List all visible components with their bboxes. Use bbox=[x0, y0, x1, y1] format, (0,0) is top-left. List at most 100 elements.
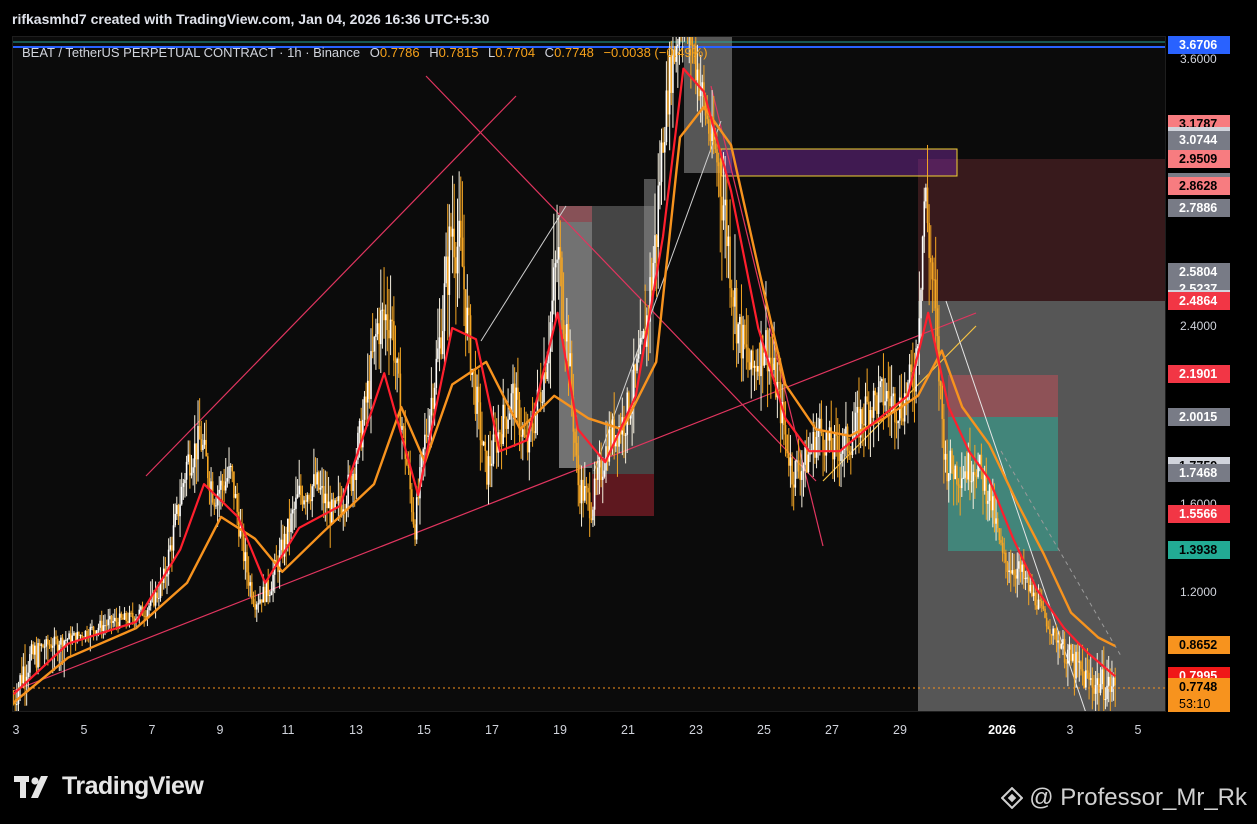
candle-body bbox=[960, 478, 963, 489]
candle-body bbox=[908, 364, 911, 383]
candle-body bbox=[193, 443, 196, 468]
time-tick: 23 bbox=[689, 723, 703, 737]
candle-body bbox=[717, 162, 720, 167]
price-tick: 1.2000 bbox=[1180, 585, 1217, 599]
candle-body bbox=[505, 418, 508, 429]
candle-body bbox=[198, 426, 201, 440]
candle-body bbox=[236, 493, 238, 512]
candle-body bbox=[179, 504, 181, 517]
candle-body bbox=[791, 457, 793, 485]
time-tick: 29 bbox=[893, 723, 907, 737]
price-label-badge: 2.7886 bbox=[1168, 199, 1230, 218]
candle-body bbox=[1081, 669, 1084, 672]
time-tick: 3 bbox=[1066, 723, 1074, 737]
candle-body bbox=[38, 642, 41, 646]
candle-body bbox=[335, 500, 338, 502]
candle-body bbox=[1067, 649, 1069, 664]
candle-body bbox=[504, 404, 506, 419]
candle-body bbox=[391, 319, 394, 322]
candle-body bbox=[610, 429, 612, 447]
candle-body bbox=[300, 485, 302, 495]
candle-body bbox=[585, 486, 588, 488]
candle-body bbox=[993, 496, 996, 524]
candle-body bbox=[425, 434, 428, 437]
price-chart[interactable] bbox=[13, 37, 1166, 712]
candle-body bbox=[415, 497, 418, 540]
candle-body bbox=[598, 460, 601, 468]
candle-body bbox=[461, 237, 464, 267]
candle-body bbox=[836, 435, 839, 450]
candle-body bbox=[254, 603, 256, 610]
candle-body bbox=[592, 509, 594, 521]
candle-body bbox=[794, 460, 797, 488]
candle-body bbox=[815, 436, 818, 458]
candle-body bbox=[371, 351, 374, 353]
candle-body bbox=[140, 606, 142, 610]
candle-body bbox=[303, 500, 305, 505]
candle-body bbox=[552, 267, 555, 301]
candle-body bbox=[190, 472, 193, 476]
candle-body bbox=[850, 453, 852, 455]
candle-body bbox=[112, 620, 114, 624]
candle-body bbox=[637, 354, 640, 359]
candle-body bbox=[115, 617, 118, 622]
candle-body bbox=[1060, 643, 1063, 649]
time-tick: 13 bbox=[349, 723, 363, 737]
candle-body bbox=[949, 450, 952, 474]
candle-body bbox=[926, 187, 929, 224]
candle-body bbox=[432, 397, 434, 409]
candle-body bbox=[892, 393, 895, 397]
candle-body bbox=[784, 425, 787, 435]
candle-body bbox=[125, 613, 128, 622]
time-tick: 17 bbox=[485, 723, 499, 737]
candle-body bbox=[662, 142, 664, 153]
ohlc-open-label: O bbox=[369, 45, 380, 60]
candle-body bbox=[373, 336, 376, 352]
candle-body bbox=[805, 446, 808, 473]
time-tick: 21 bbox=[621, 723, 635, 737]
candle-body bbox=[122, 617, 124, 620]
price-label-badge: 2.4864 bbox=[1168, 291, 1230, 310]
candle-body bbox=[445, 256, 447, 284]
candle-body bbox=[595, 478, 598, 480]
candle-body bbox=[291, 509, 294, 514]
candle-body bbox=[389, 319, 392, 339]
candle-body bbox=[670, 55, 673, 93]
candle-body bbox=[788, 453, 790, 466]
candle-body bbox=[561, 257, 563, 321]
candle-body bbox=[435, 358, 438, 388]
candle-body bbox=[983, 473, 986, 491]
candle-body bbox=[411, 489, 413, 513]
candle-body bbox=[366, 380, 369, 403]
price-label-badge: 2.9509 bbox=[1168, 150, 1230, 168]
brand-logo: TradingView bbox=[14, 772, 204, 801]
candle-body bbox=[554, 263, 557, 268]
candle-body bbox=[1036, 605, 1038, 610]
candle-body bbox=[1062, 639, 1064, 644]
candle-body bbox=[956, 465, 958, 485]
candle-body bbox=[590, 518, 593, 521]
candle-body bbox=[365, 396, 367, 403]
candle-body bbox=[412, 512, 415, 525]
candle-body bbox=[30, 644, 33, 655]
price-label-badge: 1.3938 bbox=[1168, 541, 1230, 559]
time-tick: 5 bbox=[1134, 723, 1142, 737]
candle-body bbox=[1091, 678, 1094, 688]
time-tick: 7 bbox=[148, 723, 156, 737]
candle-body bbox=[450, 226, 452, 237]
candle-body bbox=[727, 236, 730, 247]
candle-body bbox=[1006, 562, 1009, 572]
candle-body bbox=[463, 266, 465, 290]
candle-body bbox=[660, 142, 663, 182]
candle-body bbox=[61, 637, 64, 648]
candle-body bbox=[1085, 670, 1087, 688]
candle-body bbox=[430, 397, 433, 416]
candle-body bbox=[442, 331, 444, 355]
candle-body bbox=[655, 235, 658, 247]
candle-body bbox=[866, 396, 868, 402]
candle-body bbox=[306, 495, 309, 502]
candle-body bbox=[975, 474, 978, 477]
candle-body bbox=[792, 484, 795, 488]
candle-body bbox=[107, 619, 110, 626]
chart-pane[interactable] bbox=[12, 36, 1166, 712]
